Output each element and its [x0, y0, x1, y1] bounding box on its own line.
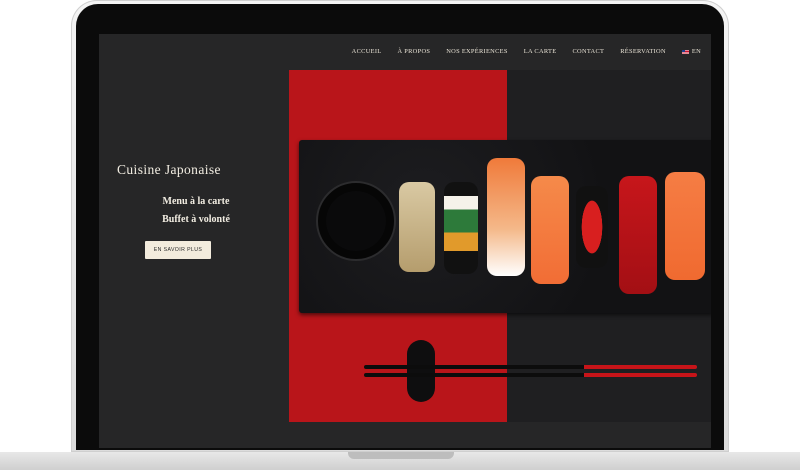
nav-reservation[interactable]: RÉSERVATION	[612, 48, 674, 55]
nav-experiences[interactable]: NOS EXPÉRIENCES	[438, 48, 516, 55]
website-screen: ACCUEIL À PROPOS NOS EXPÉRIENCES LA CART…	[99, 34, 711, 448]
sushi-piece	[619, 176, 657, 294]
hero-title: Cuisine Japonaise	[117, 162, 221, 177]
learn-more-button[interactable]: EN SAVOIR PLUS	[145, 241, 211, 259]
screen-bezel: ACCUEIL À PROPOS NOS EXPÉRIENCES LA CART…	[76, 4, 724, 450]
laptop-notch	[348, 452, 454, 459]
hero-text-block: Cuisine Japonaise Menu à la carte Buffet…	[99, 34, 289, 448]
nav-contact[interactable]: CONTACT	[564, 48, 612, 55]
slate-board	[299, 140, 711, 313]
sushi-piece	[665, 172, 705, 280]
nav-a-propos[interactable]: À PROPOS	[389, 48, 438, 55]
hero-subtitle-buffet: Buffet à volonté	[162, 214, 230, 225]
language-switch[interactable]: EN	[674, 48, 701, 55]
sushi-piece	[576, 186, 608, 268]
nav-accueil[interactable]: ACCUEIL	[344, 48, 390, 55]
sushi-hero-image	[289, 70, 711, 422]
chopstick	[364, 373, 697, 377]
sushi-piece	[399, 182, 435, 272]
uk-flag-icon	[681, 49, 689, 54]
chopstick-rest	[407, 340, 435, 402]
language-label: EN	[691, 48, 701, 55]
laptop-frame: ACCUEIL À PROPOS NOS EXPÉRIENCES LA CART…	[71, 0, 729, 452]
chopstick	[364, 365, 697, 369]
main-nav: ACCUEIL À PROPOS NOS EXPÉRIENCES LA CART…	[344, 48, 701, 55]
sushi-piece	[444, 182, 478, 274]
nav-la-carte[interactable]: LA CARTE	[516, 48, 565, 55]
hero-subtitle-menu: Menu à la carte	[162, 196, 230, 207]
sushi-piece	[531, 176, 569, 284]
soy-sauce-dish	[316, 181, 396, 261]
sushi-piece	[487, 158, 525, 276]
